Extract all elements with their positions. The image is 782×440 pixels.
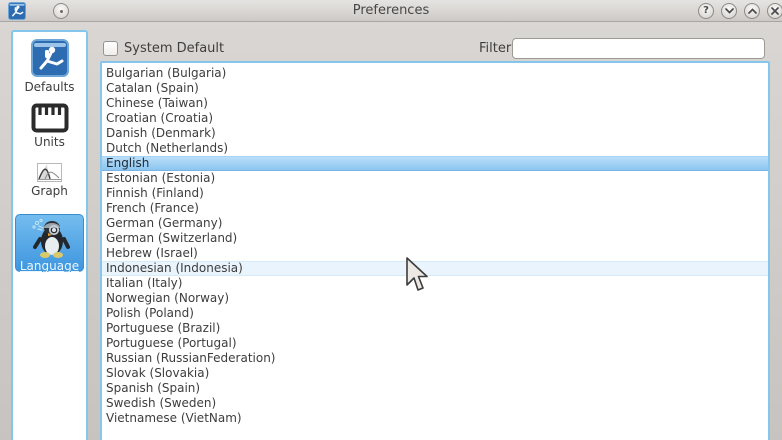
language-row[interactable]: Norwegian (Norway) [102,291,768,306]
language-row[interactable]: Slovak (Slovakia) [102,366,768,381]
help-button[interactable]: ? [698,3,714,19]
sidebar-item-defaults[interactable]: Defaults [13,38,86,94]
language-row-label: Bulgarian (Bulgaria) [106,66,226,80]
language-row-label: German (Germany) [106,216,222,230]
language-row[interactable]: Polish (Poland) [102,306,768,321]
language-row[interactable]: French (France) [102,201,768,216]
filter-input[interactable] [512,38,765,59]
language-row[interactable]: Portuguese (Brazil) [102,321,768,336]
language-row-label: French (France) [106,201,199,215]
language-row[interactable]: Bulgarian (Bulgaria) [102,66,768,81]
sidebar-item-language[interactable]: Language [15,214,84,272]
language-row[interactable]: Italian (Italy) [102,276,768,291]
language-row[interactable]: Finnish (Finland) [102,186,768,201]
language-list: Bulgarian (Bulgaria) Catalan (Spain) Chi… [100,61,770,440]
close-button[interactable] [767,3,782,19]
sidebar-label-graph: Graph [13,184,86,198]
language-row[interactable]: Chinese (Taiwan) [102,96,768,111]
chevron-up-icon [748,8,757,14]
sidebar-label-units: Units [13,135,86,149]
language-row[interactable]: Danish (Denmark) [102,126,768,141]
penguin-diver-icon [27,217,73,259]
question-icon: ? [703,6,709,16]
language-row-label: Italian (Italy) [106,276,182,290]
language-row[interactable]: Catalan (Spain) [102,81,768,96]
sidebar-label-language: Language [16,259,83,273]
language-row[interactable]: German (Switzerland) [102,231,768,246]
language-row-label: Croatian (Croatia) [106,111,213,125]
system-default-label: System Default [124,41,224,56]
language-row[interactable]: Estonian (Estonia) [102,171,768,186]
language-row-label: Vietnamese (VietNam) [106,411,242,425]
language-row-label: Russian (RussianFederation) [106,351,275,365]
language-row[interactable]: Hebrew (Israel) [102,246,768,261]
graph-icon [37,163,62,182]
chevron-down-icon [725,8,734,14]
sidebar-item-units[interactable]: Units [13,103,86,149]
maximize-button[interactable] [744,3,760,19]
language-row[interactable]: Russian (RussianFederation) [102,351,768,366]
window-title: Preferences [0,3,782,18]
language-row-label: Spanish (Spain) [106,381,200,395]
language-row[interactable]: Croatian (Croatia) [102,111,768,126]
language-row-label: Estonian (Estonia) [106,171,215,185]
language-row-label: Indonesian (Indonesia) [106,261,243,275]
minimize-button[interactable] [721,3,737,19]
language-row[interactable]: Vietnamese (VietNam) [102,411,768,426]
language-row-label: Polish (Poland) [106,306,194,320]
language-row[interactable]: Swedish (Sweden) [102,396,768,411]
language-row-label: Danish (Denmark) [106,126,216,140]
preferences-sidebar: Defaults Units Graph [11,30,88,440]
language-row[interactable]: English [102,156,768,171]
language-row-label: Portuguese (Portugal) [106,336,237,350]
language-row[interactable]: Dutch (Netherlands) [102,141,768,156]
language-row-label: English [106,156,149,170]
sidebar-item-graph[interactable]: Graph [13,163,86,198]
titlebar: Preferences ? [0,0,782,22]
language-row[interactable]: Spanish (Spain) [102,381,768,396]
language-row-label: Catalan (Spain) [106,81,199,95]
language-row[interactable]: Indonesian (Indonesia) [102,261,768,276]
language-row[interactable]: German (Germany) [102,216,768,231]
sidebar-label-defaults: Defaults [13,80,86,94]
language-row-label: Dutch (Netherlands) [106,141,228,155]
ruler-icon [31,103,69,133]
filter-label: Filter [479,41,511,56]
language-row-label: German (Switzerland) [106,231,237,245]
language-row-label: Portuguese (Brazil) [106,321,220,335]
system-default-checkbox[interactable] [103,41,118,56]
language-row-label: Hebrew (Israel) [106,246,198,260]
language-row-label: Slovak (Slovakia) [106,366,209,380]
diver-icon [31,38,69,78]
language-row-label: Swedish (Sweden) [106,396,216,410]
language-row-label: Chinese (Taiwan) [106,96,208,110]
x-icon [771,7,779,15]
language-row-label: Finnish (Finland) [106,186,204,200]
language-row[interactable]: Portuguese (Portugal) [102,336,768,351]
language-row-label: Norwegian (Norway) [106,291,229,305]
